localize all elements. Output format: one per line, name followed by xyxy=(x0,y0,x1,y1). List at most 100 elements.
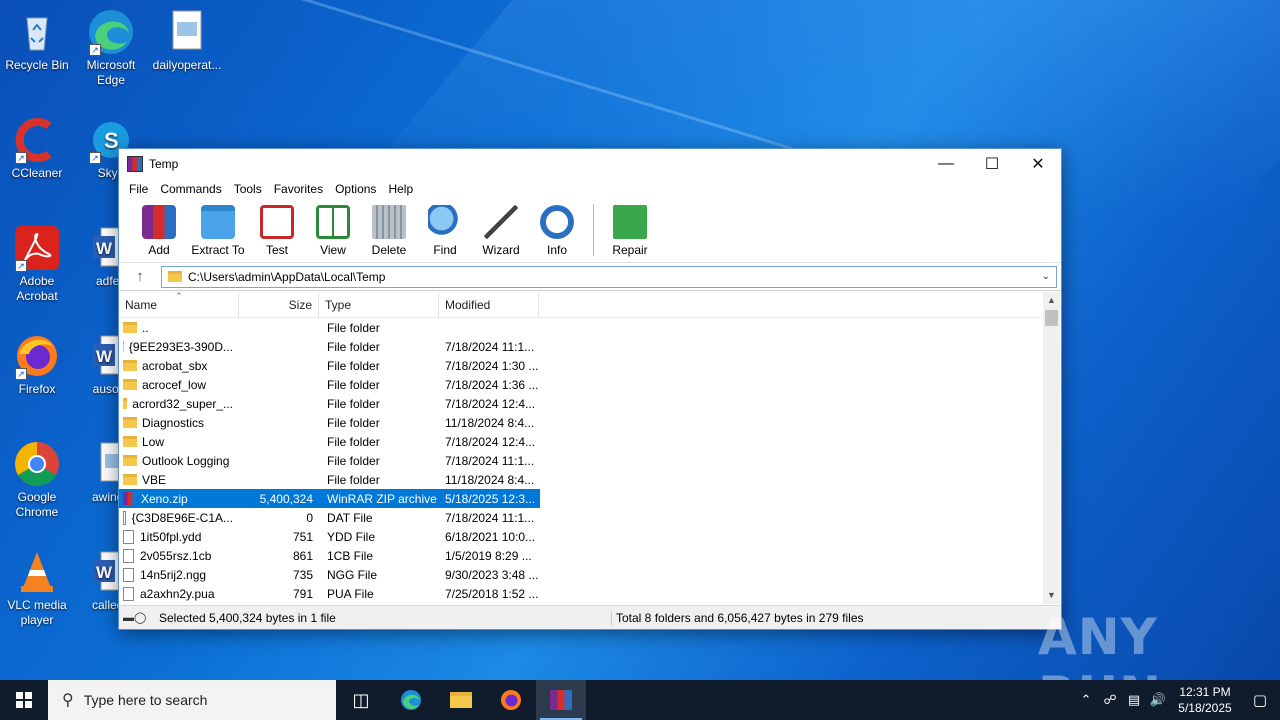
file-row[interactable]: Outlook Logging File folder 7/18/2024 11:1… xyxy=(119,451,1043,470)
status-bar: ▬◯ Selected 5,400,324 bytes in 1 file To… xyxy=(119,605,1061,629)
file-modified-cell: 11/18/2024 8:4... xyxy=(445,472,535,487)
view-book-icon xyxy=(316,205,350,239)
clock[interactable]: 12:31 PM 5/18/2025 xyxy=(1170,684,1240,716)
delete-button[interactable]: Delete xyxy=(361,202,417,262)
column-header-size[interactable]: Size xyxy=(239,292,319,318)
toolbar-separator xyxy=(593,204,594,256)
start-button[interactable] xyxy=(0,680,48,720)
find-button[interactable]: Find xyxy=(417,202,473,262)
shortcut-arrow-icon: ↗ xyxy=(15,260,27,272)
title-bar[interactable]: Temp — ☐ ✕ xyxy=(119,149,1061,179)
column-header-name[interactable]: ⌃ Name xyxy=(119,292,239,318)
file-row[interactable]: Diagnostics File folder 11/18/2024 8:4... xyxy=(119,413,1043,432)
file-row[interactable]: acrocef_low File folder 7/18/2024 1:36 ... xyxy=(119,375,1043,394)
desktop-icon-dailyoperat[interactable]: dailyoperat... xyxy=(150,8,224,73)
toolbar: Add Extract To Test View Delete Find Wiz… xyxy=(119,199,1061,263)
network-icon[interactable]: ▤ xyxy=(1122,692,1146,708)
desktop-icon-recycle-bin[interactable]: Recycle Bin xyxy=(0,8,74,73)
file-row[interactable]: acrobat_sbx File folder 7/18/2024 1:30 ... xyxy=(119,356,1043,375)
firefox-icon: ↗ xyxy=(13,332,61,380)
desktop-icon-edge[interactable]: ↗ Microsoft Edge xyxy=(74,8,148,88)
desktop-icon-firefox[interactable]: ↗ Firefox xyxy=(0,332,74,397)
scroll-down-arrow-icon[interactable]: ▼ xyxy=(1043,587,1060,604)
file-name-cell: acrobat_sbx xyxy=(119,359,239,373)
file-type-cell: File folder xyxy=(327,472,380,487)
task-view-button[interactable]: ◫ xyxy=(336,680,386,720)
file-modified-cell: 1/5/2019 8:29 ... xyxy=(445,548,532,563)
menu-options[interactable]: Options xyxy=(329,179,382,199)
test-button[interactable]: Test xyxy=(249,202,305,262)
desktop-icon-vlc[interactable]: VLC media player xyxy=(0,548,74,628)
file-row[interactable]: VBE File folder 11/18/2024 8:4... xyxy=(119,470,1043,489)
up-arrow-icon[interactable]: ↑ xyxy=(119,268,161,285)
file-list[interactable]: ⌃ Name Size Type Modified .. File folder {9… xyxy=(119,292,1043,604)
magnifier-icon xyxy=(428,205,462,239)
file-row[interactable]: .. File folder xyxy=(119,318,1043,337)
vertical-scrollbar[interactable]: ▲ ▼ xyxy=(1043,292,1060,604)
file-row[interactable]: 14n5rij2.ngg 735 NGG File 9/30/2023 3:48 ..… xyxy=(119,565,1043,584)
file-row[interactable]: Xeno.zip 5,400,324 WinRAR ZIP archive 5/18/… xyxy=(119,489,540,508)
menu-tools[interactable]: Tools xyxy=(228,179,268,199)
address-path-field[interactable]: C:\Users\admin\AppData\Local\Temp ⌄ xyxy=(161,265,1057,288)
file-type-cell: File folder xyxy=(327,339,380,354)
trash-can-icon xyxy=(372,205,406,239)
file-row[interactable]: a2axhn2y.pua 791 PUA File 7/25/2018 1:52 ..… xyxy=(119,584,1043,603)
file-name-cell: Xeno.zip xyxy=(119,492,239,506)
file-type-cell: YDD File xyxy=(327,529,376,544)
add-button[interactable]: Add xyxy=(131,202,187,262)
file-row[interactable]: 1it50fpl.ydd 751 YDD File 6/18/2021 10:0... xyxy=(119,527,1043,546)
file-row[interactable]: acrord32_super_... File folder 7/18/2024 1… xyxy=(119,394,1043,413)
desktop-icon-ccleaner[interactable]: ↗ CCleaner xyxy=(0,116,74,181)
desktop-icon-acrobat[interactable]: ↗ Adobe Acrobat xyxy=(0,224,74,304)
vlc-icon xyxy=(13,548,61,596)
address-bar: ↑ C:\Users\admin\AppData\Local\Temp ⌄ xyxy=(119,263,1061,291)
file-row[interactable]: Low File folder 7/18/2024 12:4... xyxy=(119,432,1043,451)
taskbar-edge[interactable] xyxy=(386,680,436,720)
desktop-icon-label: dailyoperat... xyxy=(152,58,222,72)
file-name-cell: Diagnostics xyxy=(119,416,239,430)
winrar-window[interactable]: Temp — ☐ ✕ File Commands Tools Favorites… xyxy=(118,148,1062,630)
maximize-button[interactable]: ☐ xyxy=(969,149,1015,179)
windows-logo-icon xyxy=(16,692,32,708)
view-button[interactable]: View xyxy=(305,202,361,262)
file-modified-cell: 7/18/2024 12:4... xyxy=(445,434,536,449)
taskbar-search-box[interactable]: ⚲ Type here to search xyxy=(48,680,336,720)
taskbar-winrar[interactable] xyxy=(536,680,586,720)
chevron-down-icon[interactable]: ⌄ xyxy=(1042,271,1050,282)
notification-icon[interactable]: ▢ xyxy=(1240,691,1280,709)
column-header-type[interactable]: Type xyxy=(319,292,439,318)
info-button[interactable]: Info xyxy=(529,202,585,262)
menu-commands[interactable]: Commands xyxy=(154,179,227,199)
menu-help[interactable]: Help xyxy=(382,179,419,199)
volume-icon[interactable]: 🔊 xyxy=(1146,692,1170,708)
desktop-icon-chrome[interactable]: Google Chrome xyxy=(0,440,74,520)
file-icon xyxy=(123,529,134,544)
device-icon[interactable]: ☍ xyxy=(1098,692,1122,708)
scrollbar-thumb[interactable] xyxy=(1045,310,1058,326)
file-type-cell: File folder xyxy=(327,415,380,430)
close-button[interactable]: ✕ xyxy=(1015,149,1061,179)
file-name-cell: acrord32_super_... xyxy=(119,397,239,411)
file-type-cell: File folder xyxy=(327,320,380,335)
repair-button[interactable]: Repair xyxy=(602,202,658,262)
file-row[interactable]: {9EE293E3-390D... File folder 7/18/2024 11… xyxy=(119,337,1043,356)
shortcut-arrow-icon: ↗ xyxy=(89,44,101,56)
taskbar-firefox[interactable] xyxy=(486,680,536,720)
file-row[interactable]: 2v055rsz.1cb 861 1CB File 1/5/2019 8:29 ... xyxy=(119,546,1043,565)
ccleaner-icon: ↗ xyxy=(13,116,61,164)
taskbar-file-explorer[interactable] xyxy=(436,680,486,720)
menu-favorites[interactable]: Favorites xyxy=(268,179,329,199)
scroll-up-arrow-icon[interactable]: ▲ xyxy=(1043,292,1060,309)
drive-key-icon[interactable]: ▬◯ xyxy=(119,611,159,624)
file-row[interactable]: {C3D8E96E-C1A... 0 DAT File 7/18/2024 11:1.… xyxy=(119,508,1043,527)
menu-file[interactable]: File xyxy=(123,179,154,199)
taskbar: ⚲ Type here to search ◫ ⌃ ☍ ▤ 🔊 12:31 PM… xyxy=(0,680,1280,720)
extract-to-button[interactable]: Extract To xyxy=(187,202,249,262)
chevron-up-icon[interactable]: ⌃ xyxy=(1074,692,1098,708)
column-header-modified[interactable]: Modified xyxy=(439,292,539,318)
clock-date: 5/18/2025 xyxy=(1178,701,1232,715)
repair-kit-icon xyxy=(613,205,647,239)
minimize-button[interactable]: — xyxy=(923,149,969,179)
wizard-button[interactable]: Wizard xyxy=(473,202,529,262)
file-type-cell: PUA File xyxy=(327,586,374,601)
